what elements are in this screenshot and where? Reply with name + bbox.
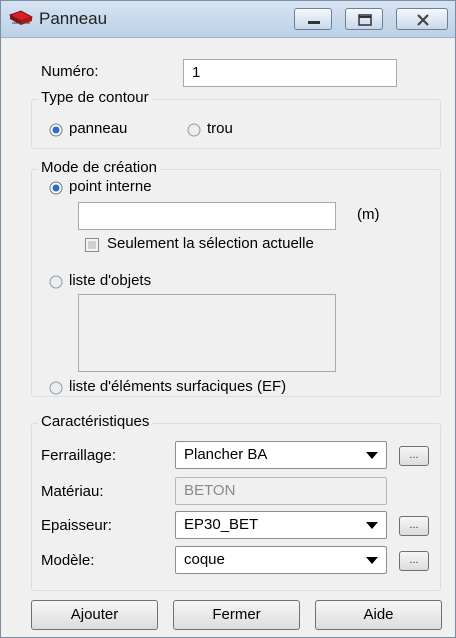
point-interne-input[interactable]	[78, 202, 336, 230]
close-window-button[interactable]	[396, 8, 448, 30]
radio-panneau-label: panneau	[69, 120, 128, 137]
window-title: Panneau	[39, 9, 108, 28]
epaisseur-value: EP30_BET	[184, 516, 259, 533]
selection-checkbox[interactable]	[85, 238, 99, 252]
maximize-icon	[358, 14, 372, 26]
materiau-field: BETON	[175, 477, 387, 505]
close-icon	[417, 14, 429, 26]
epaisseur-browse-button[interactable]: ...	[399, 516, 429, 536]
ajouter-button[interactable]: Ajouter	[31, 600, 158, 630]
radio-trou-label: trou	[207, 120, 233, 137]
title-bar[interactable]: Panneau	[1, 1, 455, 38]
ferraillage-browse-button[interactable]: ...	[399, 446, 429, 466]
radio-panneau[interactable]	[49, 123, 63, 137]
chevron-down-icon	[366, 452, 378, 459]
modele-select[interactable]: coque	[175, 546, 387, 574]
panel-app-icon	[9, 10, 33, 25]
radio-liste-elements-label: liste d'éléments surfaciques (EF)	[69, 378, 287, 395]
ferraillage-select[interactable]: Plancher BA	[175, 441, 387, 469]
radio-liste-elements[interactable]	[49, 381, 63, 395]
type-contour-title: Type de contour	[38, 89, 152, 106]
modele-label: Modèle:	[41, 552, 95, 569]
materiau-label: Matériau:	[41, 483, 104, 500]
radio-liste-objets-label: liste d'objets	[69, 272, 152, 289]
epaisseur-label: Epaisseur:	[41, 517, 112, 534]
radio-liste-objets[interactable]	[49, 275, 63, 289]
radio-point-interne-label: point interne	[69, 178, 152, 195]
numero-input[interactable]: 1	[183, 59, 397, 87]
caracteristiques-title: Caractéristiques	[38, 413, 153, 430]
radio-trou[interactable]	[187, 123, 201, 137]
maximize-button[interactable]	[345, 8, 383, 30]
epaisseur-select[interactable]: EP30_BET	[175, 511, 387, 539]
unit-label: (m)	[357, 206, 380, 223]
chevron-down-icon	[366, 522, 378, 529]
radio-point-interne[interactable]	[49, 181, 63, 195]
modele-value: coque	[184, 551, 225, 568]
mode-creation-title: Mode de création	[38, 159, 160, 176]
objects-list[interactable]	[78, 294, 336, 372]
ferraillage-value: Plancher BA	[184, 446, 268, 463]
numero-label: Numéro:	[41, 63, 99, 80]
minimize-icon	[308, 21, 320, 24]
modele-browse-button[interactable]: ...	[399, 551, 429, 571]
fermer-button[interactable]: Fermer	[173, 600, 300, 630]
aide-button[interactable]: Aide	[315, 600, 442, 630]
selection-checkbox-label: Seulement la sélection actuelle	[107, 235, 314, 252]
minimize-button[interactable]	[294, 8, 332, 30]
panneau-dialog: Panneau Numéro: 1 Type de contour pannea…	[0, 0, 456, 638]
ferraillage-label: Ferraillage:	[41, 447, 117, 464]
chevron-down-icon	[366, 557, 378, 564]
